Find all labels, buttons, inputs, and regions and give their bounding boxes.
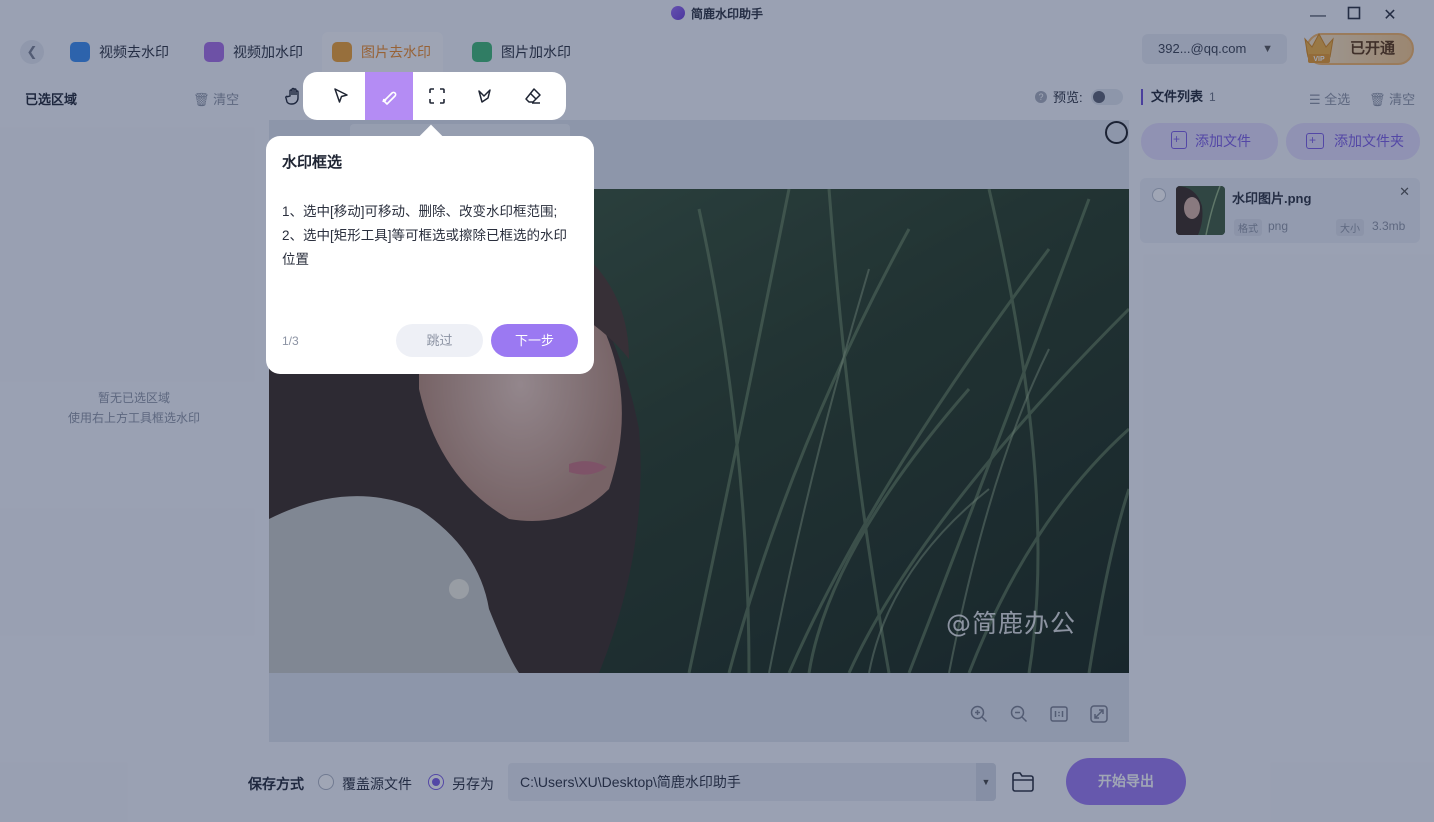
lasso-tool[interactable]: [461, 72, 509, 120]
tooltip-line-1: 1、选中[移动]可移动、删除、改变水印框范围;: [282, 204, 558, 219]
select-arrow-icon: [334, 88, 348, 103]
lasso-icon: [478, 89, 491, 103]
rect-select-tool[interactable]: [413, 72, 461, 120]
tooltip-title: 水印框选: [282, 154, 343, 171]
skip-button[interactable]: 跳过: [396, 324, 483, 357]
eraser-icon: [525, 88, 541, 104]
brush-icon: [382, 91, 397, 105]
guide-overlay: [0, 0, 1434, 822]
selection-toolbar: [303, 72, 566, 120]
eraser-tool[interactable]: [509, 72, 557, 120]
rect-select-icon: [429, 88, 445, 104]
tooltip-body: 1、选中[移动]可移动、删除、改变水印框范围; 2、选中[矩形工具]等可框选或擦…: [282, 200, 578, 272]
next-step-button[interactable]: 下一步: [491, 324, 578, 357]
tooltip-step-indicator: 1/3: [282, 334, 299, 348]
tooltip-line-2: 2、选中[矩形工具]等可框选或擦除已框选的水印位置: [282, 228, 568, 267]
brush-tool[interactable]: [365, 72, 413, 120]
select-arrow-tool[interactable]: [317, 72, 365, 120]
guide-tooltip: 水印框选 1、选中[移动]可移动、删除、改变水印框范围; 2、选中[矩形工具]等…: [266, 136, 594, 374]
